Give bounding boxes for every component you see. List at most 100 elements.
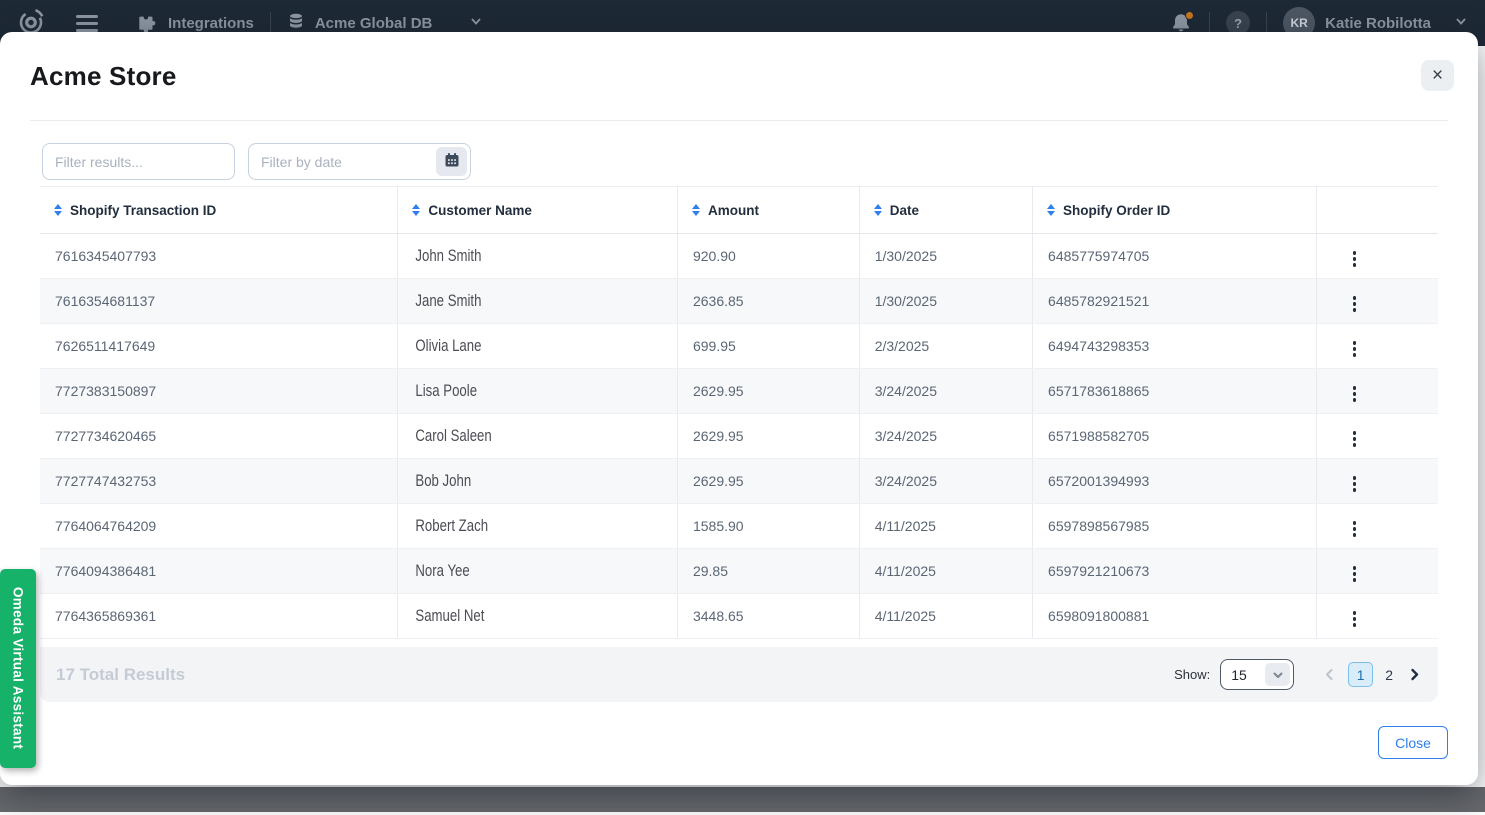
- filters-row: [42, 143, 1438, 180]
- cell-date: 1/30/2025: [859, 234, 1032, 279]
- nav-integrations-label: Integrations: [168, 15, 254, 32]
- column-header-order-id[interactable]: Shopify Order ID: [1033, 187, 1317, 234]
- cell-customer-name: Nora Yee: [398, 549, 678, 594]
- modal-close-icon[interactable]: ×: [1421, 60, 1454, 91]
- cell-actions: [1316, 459, 1438, 504]
- title-divider: [30, 120, 1448, 121]
- cell-amount: 2629.95: [677, 414, 859, 459]
- table-row: 7764094386481 Nora Yee 29.85 4/11/2025 6…: [40, 549, 1438, 594]
- table-body: 7616345407793 John Smith 920.90 1/30/202…: [40, 234, 1438, 639]
- virtual-assistant-label: Omeda Virtual Assistant: [11, 587, 26, 749]
- cell-customer-name: Robert Zach: [398, 504, 678, 549]
- row-actions-kebab-icon[interactable]: [1349, 562, 1361, 586]
- table-row: 7764064764209 Robert Zach 1585.90 4/11/2…: [40, 504, 1438, 549]
- prev-page-icon[interactable]: [1320, 665, 1339, 684]
- page-size-select[interactable]: 15: [1220, 659, 1294, 690]
- cell-order-id: 6485782921521: [1033, 279, 1317, 324]
- cell-transaction-id: 7727747432753: [40, 459, 398, 504]
- column-header-actions: [1316, 187, 1438, 234]
- row-actions-kebab-icon[interactable]: [1349, 427, 1361, 451]
- cell-date: 3/24/2025: [859, 459, 1032, 504]
- cell-amount: 2629.95: [677, 369, 859, 414]
- cell-amount: 3448.65: [677, 594, 859, 639]
- cell-date: 4/11/2025: [859, 549, 1032, 594]
- cell-order-id: 6572001394993: [1033, 459, 1317, 504]
- topbar-divider: [270, 12, 271, 34]
- cell-order-id: 6494743298353: [1033, 324, 1317, 369]
- page-button-2[interactable]: 2: [1382, 667, 1396, 683]
- cell-order-id: 6571783618865: [1033, 369, 1317, 414]
- cell-date: 4/11/2025: [859, 594, 1032, 639]
- cell-actions: [1316, 234, 1438, 279]
- virtual-assistant-tab[interactable]: Omeda Virtual Assistant: [0, 569, 36, 768]
- next-page-icon[interactable]: [1405, 665, 1424, 684]
- sort-icon: [54, 204, 62, 216]
- table-row: 7764365869361 Samuel Net 3448.65 4/11/20…: [40, 594, 1438, 639]
- cell-customer-name: Lisa Poole: [398, 369, 678, 414]
- cell-actions: [1316, 279, 1438, 324]
- row-actions-kebab-icon[interactable]: [1349, 607, 1361, 631]
- cell-amount: 1585.90: [677, 504, 859, 549]
- cell-transaction-id: 7616345407793: [40, 234, 398, 279]
- user-name[interactable]: Katie Robilotta: [1325, 15, 1431, 32]
- show-label: Show:: [1174, 667, 1210, 682]
- database-icon: [287, 12, 305, 34]
- cell-order-id: 6571988582705: [1033, 414, 1317, 459]
- cell-customer-name: Olivia Lane: [398, 324, 678, 369]
- cell-transaction-id: 7626511417649: [40, 324, 398, 369]
- cell-date: 3/24/2025: [859, 369, 1032, 414]
- cell-amount: 2629.95: [677, 459, 859, 504]
- cell-customer-name: Bob John: [398, 459, 678, 504]
- cell-transaction-id: 7727383150897: [40, 369, 398, 414]
- topbar-divider: [1209, 12, 1210, 34]
- table-row: 7727747432753 Bob John 2629.95 3/24/2025…: [40, 459, 1438, 504]
- cell-transaction-id: 7727734620465: [40, 414, 398, 459]
- database-selector[interactable]: Acme Global DB: [287, 12, 485, 34]
- cell-customer-name: Jane Smith: [398, 279, 678, 324]
- cell-transaction-id: 7764365869361: [40, 594, 398, 639]
- sort-icon: [692, 204, 700, 216]
- row-actions-kebab-icon[interactable]: [1349, 472, 1361, 496]
- database-selector-label: Acme Global DB: [315, 15, 433, 32]
- cell-actions: [1316, 594, 1438, 639]
- cell-amount: 699.95: [677, 324, 859, 369]
- column-header-customer-name[interactable]: Customer Name: [398, 187, 678, 234]
- cell-actions: [1316, 504, 1438, 549]
- page-button-1[interactable]: 1: [1348, 662, 1373, 687]
- cell-customer-name: John Smith: [398, 234, 678, 279]
- user-menu-chevron-down-icon[interactable]: [1453, 13, 1469, 34]
- row-actions-kebab-icon[interactable]: [1349, 247, 1361, 271]
- acme-store-modal: Acme Store ×: [0, 32, 1478, 785]
- cell-date: 3/24/2025: [859, 414, 1032, 459]
- topbar-divider: [1266, 12, 1267, 34]
- column-header-amount[interactable]: Amount: [677, 187, 859, 234]
- cell-amount: 29.85: [677, 549, 859, 594]
- cell-order-id: 6598091800881: [1033, 594, 1317, 639]
- cell-actions: [1316, 414, 1438, 459]
- pagination: 1 2: [1320, 662, 1424, 687]
- row-actions-kebab-icon[interactable]: [1349, 517, 1361, 541]
- cell-transaction-id: 7764094386481: [40, 549, 398, 594]
- page-size-value: 15: [1221, 667, 1265, 683]
- calendar-button[interactable]: [436, 147, 467, 176]
- row-actions-kebab-icon[interactable]: [1349, 382, 1361, 406]
- sort-icon: [1047, 204, 1055, 216]
- column-header-date[interactable]: Date: [859, 187, 1032, 234]
- cell-actions: [1316, 324, 1438, 369]
- table-header-row: Shopify Transaction ID Customer Name Amo…: [40, 187, 1438, 234]
- cell-actions: [1316, 549, 1438, 594]
- row-actions-kebab-icon[interactable]: [1349, 337, 1361, 361]
- table-row: 7727734620465 Carol Saleen 2629.95 3/24/…: [40, 414, 1438, 459]
- cell-date: 1/30/2025: [859, 279, 1032, 324]
- menu-hamburger-icon[interactable]: [76, 15, 98, 32]
- chevron-down-icon: [1265, 663, 1290, 686]
- cell-date: 4/11/2025: [859, 504, 1032, 549]
- page-bottom-bar: [0, 787, 1485, 812]
- filter-results-input[interactable]: [42, 143, 235, 180]
- row-actions-kebab-icon[interactable]: [1349, 292, 1361, 316]
- cell-customer-name: Samuel Net: [398, 594, 678, 639]
- column-header-transaction-id[interactable]: Shopify Transaction ID: [40, 187, 398, 234]
- cell-customer-name: Carol Saleen: [398, 414, 678, 459]
- table-row: 7616354681137 Jane Smith 2636.85 1/30/20…: [40, 279, 1438, 324]
- close-button[interactable]: Close: [1378, 726, 1448, 759]
